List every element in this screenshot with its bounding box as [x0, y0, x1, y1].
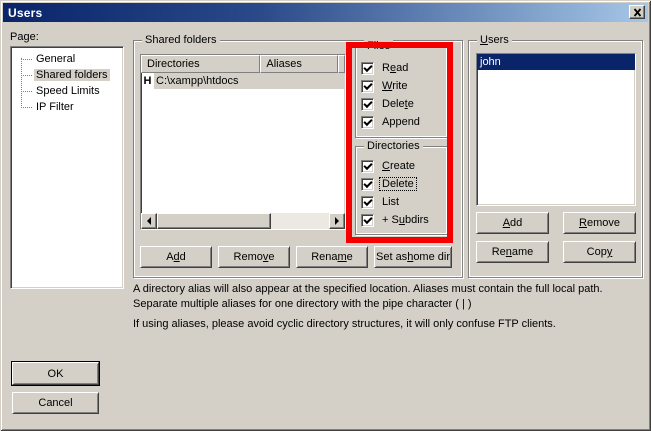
page-label: Page: — [10, 31, 39, 43]
ok-button[interactable]: OK — [12, 362, 99, 385]
title-bar[interactable]: Users — [3, 3, 648, 22]
scrollbar-thumb[interactable] — [157, 213, 271, 229]
column-header-directories[interactable]: Directories — [141, 55, 260, 73]
scrollbar-track[interactable] — [271, 213, 329, 229]
files-append-row: Append — [361, 114, 422, 130]
append-checkbox[interactable] — [361, 116, 374, 129]
tree-stub — [23, 59, 32, 60]
remove-directory-button[interactable]: Remove — [218, 246, 290, 268]
dir-delete-checkbox-label[interactable]: Delete — [380, 178, 416, 190]
sidebar-item-ip-filter[interactable]: IP Filter — [13, 99, 121, 115]
file-delete-checkbox-label[interactable]: Delete — [380, 98, 416, 110]
sidebar-item-speed-limits[interactable]: Speed Limits — [13, 83, 121, 99]
rename-directory-button[interactable]: Rename — [296, 246, 368, 268]
close-icon — [633, 8, 642, 17]
tree-stub — [23, 75, 32, 76]
files-read-row: Read — [361, 60, 410, 76]
column-header-filler — [338, 55, 345, 73]
rename-user-button[interactable]: Rename — [476, 241, 549, 263]
directories-group-label: Directories — [364, 140, 423, 153]
close-button[interactable] — [629, 5, 645, 19]
write-checkbox-label[interactable]: Write — [380, 80, 409, 92]
directory-row[interactable]: H C:\xampp\htdocs — [141, 73, 345, 89]
alias-description-paragraph-2: If using aliases, please avoid cyclic di… — [133, 317, 649, 332]
set-as-home-dir-button[interactable]: Set as home dir — [374, 246, 452, 268]
files-delete-row: Delete — [361, 96, 416, 112]
list-checkbox[interactable] — [361, 196, 374, 209]
read-checkbox[interactable] — [361, 62, 374, 75]
home-marker: H — [141, 73, 154, 89]
dirs-list-row: List — [361, 194, 401, 210]
read-checkbox-label[interactable]: Read — [380, 62, 410, 74]
sidebar-item-label: IP Filter — [34, 101, 76, 113]
create-checkbox[interactable] — [361, 160, 374, 173]
right-arrow-icon — [335, 217, 339, 225]
add-user-button[interactable]: Add — [476, 212, 549, 234]
subdirs-checkbox[interactable] — [361, 214, 374, 227]
page-tree[interactable]: General Shared folders Speed Limits IP F… — [10, 46, 124, 289]
scroll-right-button[interactable] — [329, 213, 345, 229]
sidebar-item-label: Shared folders — [34, 69, 110, 81]
sidebar-item-general[interactable]: General — [13, 51, 121, 67]
column-header-aliases[interactable]: Aliases — [260, 55, 338, 73]
subdirs-checkbox-label[interactable]: + Subdirs — [380, 214, 431, 226]
dirs-delete-row: Delete — [361, 176, 416, 192]
copy-user-button[interactable]: Copy — [563, 241, 636, 263]
create-checkbox-label[interactable]: Create — [380, 160, 417, 172]
alias-description: A directory alias will also appear at th… — [133, 282, 649, 332]
directories-listview[interactable]: Directories Aliases H C:\xampp\htdocs — [140, 54, 346, 230]
users-group-label: Users — [477, 34, 512, 47]
shared-folders-group-label: Shared folders — [142, 34, 220, 47]
list-checkbox-label[interactable]: List — [380, 196, 401, 208]
files-group-label: Files — [364, 40, 393, 53]
sidebar-item-shared-folders[interactable]: Shared folders — [13, 67, 121, 83]
sidebar-item-label: General — [34, 53, 77, 65]
alias-description-paragraph-1: A directory alias will also appear at th… — [133, 282, 649, 312]
users-dialog: Users Page: General Shared folders Speed… — [0, 0, 651, 431]
user-item-john[interactable]: john — [477, 54, 635, 70]
listview-header: Directories Aliases — [141, 55, 345, 73]
dirs-create-row: Create — [361, 158, 417, 174]
sidebar-item-label: Speed Limits — [34, 85, 102, 97]
append-checkbox-label[interactable]: Append — [380, 116, 422, 128]
cancel-button[interactable]: Cancel — [12, 392, 99, 414]
directory-path: C:\xampp\htdocs — [154, 73, 345, 89]
file-delete-checkbox[interactable] — [361, 98, 374, 111]
add-directory-button[interactable]: Add — [140, 246, 212, 268]
write-checkbox[interactable] — [361, 80, 374, 93]
horizontal-scrollbar[interactable] — [141, 213, 345, 229]
left-arrow-icon — [147, 217, 151, 225]
tree-stub — [23, 91, 32, 92]
dirs-subdirs-row: + Subdirs — [361, 212, 431, 228]
tree-stub — [23, 107, 32, 108]
remove-user-button[interactable]: Remove — [563, 212, 636, 234]
users-listbox[interactable]: john — [476, 53, 636, 206]
files-write-row: Write — [361, 78, 409, 94]
window-title: Users — [8, 6, 42, 20]
scroll-left-button[interactable] — [141, 213, 157, 229]
dir-delete-checkbox[interactable] — [361, 178, 374, 191]
